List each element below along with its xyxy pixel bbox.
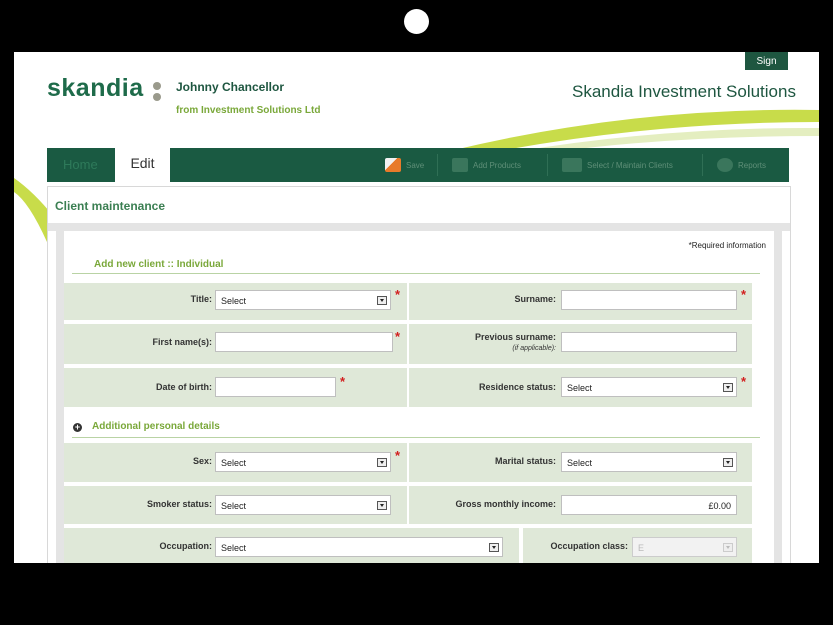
reports-label: Reports xyxy=(738,160,767,170)
date-of-birth-row: Date of birth: * xyxy=(64,368,407,407)
add-products-label: Add Products xyxy=(473,160,522,170)
tab-home[interactable]: Home xyxy=(63,157,98,172)
save-label: Save xyxy=(406,160,425,170)
chevron-down-icon xyxy=(723,458,733,467)
browser-screen: Sign out skandia Johnny Chancellor from … xyxy=(14,52,819,563)
client-form: *Required information Add new client :: … xyxy=(56,231,782,563)
previous-surname-note: (if applicable): xyxy=(512,345,556,352)
residence-status-label: Residence status: xyxy=(478,382,556,392)
marital-status-label: Marital status: xyxy=(494,456,556,466)
nav-separator xyxy=(547,154,548,176)
client-maintenance-panel: Client maintenance *Required information… xyxy=(47,186,791,563)
section-additional-details[interactable]: Additional personal details xyxy=(92,421,220,432)
surname-input[interactable] xyxy=(561,290,737,310)
add-products-button[interactable]: Add Products xyxy=(452,148,521,182)
occupation-class-value: E xyxy=(638,543,645,553)
surname-label: Surname: xyxy=(514,294,556,304)
expand-icon[interactable]: + xyxy=(73,423,82,432)
occupation-row: Occupation: Select xyxy=(64,528,519,563)
title-label: Title: xyxy=(190,294,212,304)
residence-status-row: Residence status: Select * xyxy=(409,368,752,407)
title-select-value: Select xyxy=(221,296,247,306)
tab-edit[interactable]: Edit xyxy=(115,144,170,182)
chevron-down-icon xyxy=(489,543,499,552)
reports-icon xyxy=(717,158,733,172)
sex-label: Sex: xyxy=(192,456,212,466)
occupation-label: Occupation: xyxy=(159,541,212,551)
first-name-label: First name(s): xyxy=(152,337,212,347)
select-maintain-clients-button[interactable]: Select / Maintain Clients xyxy=(562,148,673,182)
add-products-icon xyxy=(452,158,468,172)
nav-separator xyxy=(702,154,703,176)
marital-status-value: Select xyxy=(567,458,593,468)
gross-monthly-income-input[interactable]: £0.00 xyxy=(561,495,737,515)
section-rule xyxy=(72,437,760,438)
skandia-logo[interactable]: skandia xyxy=(47,74,144,103)
clients-icon xyxy=(562,158,582,172)
first-name-input[interactable] xyxy=(215,332,393,352)
select-maintain-clients-label: Select / Maintain Clients xyxy=(587,160,673,170)
sign-out-button[interactable]: Sign out xyxy=(745,52,788,85)
chevron-down-icon xyxy=(377,458,387,467)
marital-status-row: Marital status: Select xyxy=(409,443,752,482)
occupation-class-row: Occupation class: E xyxy=(523,528,752,563)
chevron-down-icon xyxy=(723,543,733,552)
previous-surname-input[interactable] xyxy=(561,332,737,352)
panel-title: Client maintenance xyxy=(55,199,166,213)
marital-status-select[interactable]: Select xyxy=(561,452,737,472)
save-icon xyxy=(385,158,401,172)
required-asterisk: * xyxy=(395,448,401,463)
date-of-birth-label: Date of birth: xyxy=(156,382,212,392)
surname-row: Surname: * xyxy=(409,283,752,320)
required-asterisk: * xyxy=(741,374,747,389)
required-asterisk: * xyxy=(395,329,401,344)
sex-select[interactable]: Select xyxy=(215,452,391,472)
section-add-new-client: Add new client :: Individual xyxy=(94,259,224,270)
nav-separator xyxy=(437,154,438,176)
save-button[interactable]: Save xyxy=(385,148,424,182)
sex-select-value: Select xyxy=(221,458,247,468)
title-row: Title: Select * xyxy=(64,283,407,320)
panel-divider xyxy=(48,223,790,231)
occupation-select[interactable]: Select xyxy=(215,537,503,557)
user-company: from Investment Solutions Ltd xyxy=(176,105,321,116)
first-name-row: First name(s): * xyxy=(64,324,407,364)
gross-monthly-income-label: Gross monthly income: xyxy=(455,499,556,509)
smoker-status-select[interactable]: Select xyxy=(215,495,391,515)
smoker-status-row: Smoker status: Select xyxy=(64,486,407,524)
main-nav: Home Edit Save Add Products Select / Mai… xyxy=(47,144,789,182)
residence-status-select[interactable]: Select xyxy=(561,377,737,397)
occupation-select-value: Select xyxy=(221,543,247,553)
previous-surname-label: Previous surname: xyxy=(474,332,556,342)
gross-monthly-income-row: Gross monthly income: £0.00 xyxy=(409,486,752,524)
section-rule xyxy=(72,273,760,274)
camera-dot xyxy=(404,9,429,34)
sex-row: Sex: Select * xyxy=(64,443,407,482)
previous-surname-row: Previous surname: (if applicable): xyxy=(409,324,752,364)
chevron-down-icon xyxy=(377,501,387,510)
occupation-class-label: Occupation class: xyxy=(550,541,628,551)
date-of-birth-input[interactable] xyxy=(215,377,336,397)
residence-status-value: Select xyxy=(567,383,593,393)
required-info-note: *Required information xyxy=(688,241,766,250)
required-asterisk: * xyxy=(340,374,346,389)
required-asterisk: * xyxy=(395,287,401,302)
smoker-status-label: Smoker status: xyxy=(146,499,212,509)
title-select[interactable]: Select xyxy=(215,290,391,310)
occupation-class-select: E xyxy=(632,537,737,557)
reports-button[interactable]: Reports xyxy=(717,148,766,182)
user-name: Johnny Chancellor xyxy=(176,80,285,94)
brand-title: Skandia Investment Solutions xyxy=(572,82,796,101)
logo-dots-icon xyxy=(153,82,162,102)
required-asterisk: * xyxy=(741,287,747,302)
chevron-down-icon xyxy=(723,383,733,392)
chevron-down-icon xyxy=(377,296,387,305)
smoker-status-value: Select xyxy=(221,501,247,511)
